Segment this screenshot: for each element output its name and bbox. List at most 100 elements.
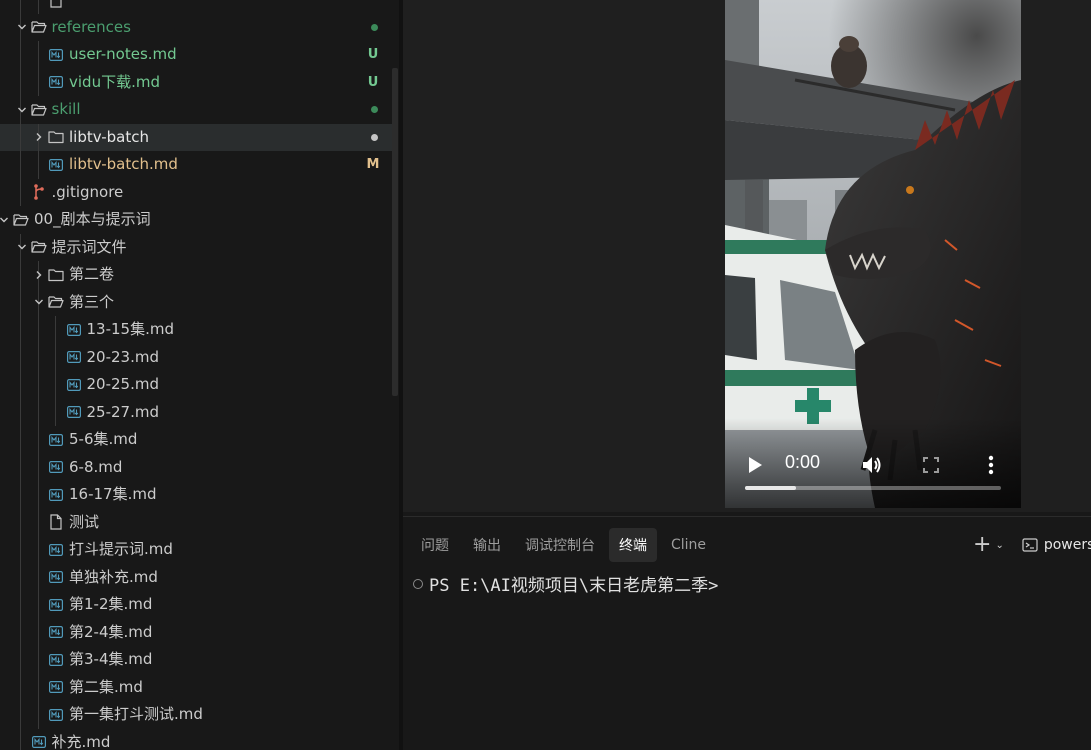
- explorer-item-user-notes-md[interactable]: user-notes.md U: [0, 41, 396, 69]
- explorer-item-supplement-single[interactable]: 单独补充.md: [0, 563, 396, 591]
- terminal-name[interactable]: powers: [1044, 537, 1091, 553]
- explorer-item-label: libtv-batch.md: [69, 155, 178, 174]
- folder-open-icon: [48, 294, 64, 310]
- explorer-item-references[interactable]: references: [0, 13, 396, 41]
- play-icon[interactable]: [747, 456, 763, 474]
- bottom-panel: 问题 输出 调试控制台 终端 Cline + ⌄ powers PS E:\AI视频项目…: [403, 516, 1091, 750]
- indent-guide: [20, 123, 21, 151]
- explorer-item-ep3-4[interactable]: 第3-4集.md: [0, 646, 396, 674]
- chevron-down-icon[interactable]: [15, 96, 29, 123]
- markdown-file-icon: [48, 157, 64, 173]
- indent-guide: [20, 481, 21, 509]
- explorer-item-ep20-25[interactable]: 20-25.md: [0, 371, 396, 399]
- new-terminal-icon[interactable]: +: [973, 534, 991, 556]
- explorer-item-prompt-files[interactable]: 提示词文件: [0, 233, 396, 261]
- file-icon: [48, 514, 64, 530]
- explorer-item-ep16-17[interactable]: 16-17集.md: [0, 481, 396, 509]
- chevron-down-icon[interactable]: [15, 234, 29, 261]
- explorer-sidebar: references user-notes.md Uvidu下载.md Uskill l…: [0, 0, 399, 750]
- indent-guide: [37, 591, 39, 619]
- indent-guide: [20, 0, 21, 14]
- explorer-item-ep13-15[interactable]: 13-15集.md: [0, 316, 396, 344]
- explorer-item-vidu-md[interactable]: vidu下载.md U: [0, 68, 396, 96]
- terminal-prompt: PS E:\AI视频项目\末日老虎第二季>: [429, 576, 719, 596]
- indent-guide: [37, 618, 39, 646]
- explorer-item-label: 第2-4集.md: [69, 622, 153, 641]
- git-status-badge: U: [367, 47, 379, 63]
- modified-dot-icon: [371, 106, 378, 114]
- explorer-item-ep5-6[interactable]: 5-6集.md: [0, 426, 396, 454]
- explorer-item-ep1-fight-test[interactable]: 第一集打斗测试.md: [0, 701, 396, 729]
- file-icon: [48, 0, 64, 8]
- markdown-file-icon: [66, 349, 82, 365]
- chevron-right-icon[interactable]: [32, 124, 46, 151]
- explorer-item-ep2-4[interactable]: 第2-4集.md: [0, 618, 396, 646]
- explorer-item-supplement[interactable]: 补充.md: [0, 728, 396, 750]
- indent-guide: [37, 453, 39, 481]
- indent-guide: [55, 343, 56, 371]
- terminal-dropdown-icon[interactable]: ⌄: [995, 540, 1003, 551]
- chevron-down-icon[interactable]: [32, 289, 46, 316]
- explorer-item-label: 第三个: [69, 292, 115, 311]
- folder-icon: [48, 129, 64, 145]
- explorer-item-references-child-hidden[interactable]: [0, 0, 396, 14]
- chevron-down-icon[interactable]: [15, 14, 29, 41]
- folder-open-icon: [30, 19, 47, 35]
- markdown-file-icon: [48, 624, 64, 640]
- indent-guide: [20, 68, 21, 96]
- markdown-file-icon: [48, 597, 64, 613]
- panel-tab[interactable]: 问题: [411, 528, 459, 562]
- explorer-item-script-prompts[interactable]: 00_剧本与提示词: [0, 206, 396, 234]
- explorer-scrollbar[interactable]: [392, 68, 398, 396]
- video-player[interactable]: 0:00: [725, 0, 1021, 508]
- indent-guide: [20, 178, 21, 206]
- indent-guide: [37, 151, 39, 179]
- explorer-item-ep1-2[interactable]: 第1-2集.md: [0, 591, 396, 619]
- explorer-item-ep20-23[interactable]: 20-23.md: [0, 343, 396, 371]
- indent-guide: [20, 508, 21, 536]
- fullscreen-icon[interactable]: [923, 457, 939, 473]
- explorer-tree: references user-notes.md Uvidu下载.md Uskill l…: [0, 0, 396, 750]
- folder-open-icon: [30, 102, 47, 118]
- explorer-item-label: user-notes.md: [69, 45, 177, 64]
- indent-guide: [37, 563, 39, 591]
- explorer-item-ep6-8[interactable]: 6-8.md: [0, 453, 396, 481]
- indent-guide: [55, 316, 56, 344]
- explorer-item-label: libtv-batch: [69, 127, 149, 146]
- indent-guide: [20, 536, 21, 564]
- indent-guide: [37, 508, 39, 536]
- indent-guide: [20, 151, 21, 179]
- more-options-icon[interactable]: [987, 455, 995, 475]
- explorer-item-gitignore[interactable]: .gitignore: [0, 178, 396, 206]
- explorer-item-ep2[interactable]: 第二集.md: [0, 673, 396, 701]
- explorer-item-vol-2[interactable]: 第二卷: [0, 261, 396, 289]
- panel-tab[interactable]: 输出: [463, 528, 511, 562]
- explorer-item-label: vidu下载.md: [69, 72, 160, 91]
- indent-guide: [37, 343, 39, 371]
- explorer-item-ep25-27[interactable]: 25-27.md: [0, 398, 396, 426]
- folder-open-icon: [13, 212, 29, 228]
- panel-tab[interactable]: 终端: [609, 528, 657, 562]
- indent-guide: [20, 591, 21, 619]
- terminal-prompt-line[interactable]: PS E:\AI视频项目\末日老虎第二季>: [413, 571, 718, 596]
- explorer-item-skill[interactable]: skill: [0, 96, 396, 124]
- git-status-badge: U: [367, 74, 379, 90]
- explorer-item-libtv-batch[interactable]: libtv-batch: [0, 123, 396, 151]
- explorer-item-test[interactable]: 测试: [0, 508, 396, 536]
- panel-tab[interactable]: 调试控制台: [515, 528, 605, 562]
- markdown-file-icon: [48, 652, 64, 668]
- explorer-item-fight-prompts[interactable]: 打斗提示词.md: [0, 536, 396, 564]
- volume-icon[interactable]: [861, 454, 883, 476]
- panel-tab[interactable]: Cline: [661, 528, 716, 562]
- video-progress-bar[interactable]: [745, 486, 1001, 490]
- indent-guide: [37, 68, 39, 96]
- markdown-file-icon: [48, 569, 64, 585]
- markdown-file-icon: [48, 542, 64, 558]
- chevron-down-icon[interactable]: [0, 206, 11, 233]
- explorer-item-label: 13-15集.md: [86, 320, 175, 339]
- explorer-item-libtv-batch-md[interactable]: libtv-batch.md M: [0, 151, 396, 179]
- chevron-right-icon[interactable]: [32, 261, 46, 288]
- video-progress-fill: [745, 486, 797, 490]
- explorer-item-label: 5-6集.md: [69, 430, 138, 449]
- explorer-item-third[interactable]: 第三个: [0, 288, 396, 316]
